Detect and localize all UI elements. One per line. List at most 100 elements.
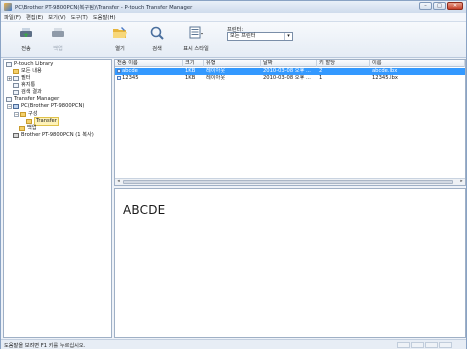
list-header: 전송 이름 크기 유형 날짜 키 할당 이름 (115, 60, 465, 67)
library-icon (6, 62, 12, 67)
search-icon (150, 26, 164, 40)
cell-size: 1KB (185, 68, 196, 74)
tree-label: PC(Brother PT-9800PCN) (21, 103, 85, 109)
folder-open-icon (113, 27, 127, 38)
transfer-label: 전송 (21, 46, 31, 52)
label-preview: ABCDE (114, 188, 466, 338)
menu-edit[interactable]: 편집(E) (26, 13, 43, 21)
preview-text: ABCDE (123, 203, 166, 217)
status-panel (425, 342, 438, 348)
checkbox-icon[interactable] (117, 68, 121, 73)
tree-label: Brother PT-9800PCN (1 복사) (21, 132, 94, 138)
tree-item-transfer-manager[interactable]: Transfer Manager (6, 96, 59, 103)
expand-icon[interactable]: + (7, 76, 12, 81)
tree-label: 휴지통 (21, 82, 36, 88)
tree-item-search-results[interactable]: 검색 결과 (13, 89, 42, 96)
scrollbar-thumb[interactable] (123, 180, 453, 184)
menu-help[interactable]: 도움말(H) (93, 13, 116, 21)
backup-icon (52, 28, 64, 37)
display-style-label: 표시 스타일 (183, 46, 209, 52)
tree-label: Transfer Manager (14, 96, 60, 102)
cell-date: 2010-03-08 오후 ... (263, 75, 311, 81)
tree-label: P-touch Library (14, 61, 54, 67)
transfer-manager-icon (6, 97, 12, 102)
tree-item-all-contents[interactable]: 모든 내용 (13, 68, 42, 75)
checkbox-icon[interactable] (117, 75, 121, 80)
open-button[interactable]: 열기 (105, 25, 135, 55)
cell-name: abcde.lbx (372, 68, 398, 74)
close-button[interactable]: ✕ (447, 2, 463, 10)
status-bar: 도움말을 보려면 F1 키를 누르십시오. (1, 339, 466, 349)
tree-item-printer[interactable]: Brother PT-9800PCN (1 복사) (13, 132, 94, 139)
tree-item-pc[interactable]: − PC(Brother PT-9800PCN) (7, 103, 84, 110)
search-results-icon (13, 90, 19, 95)
folder-icon (13, 69, 19, 74)
window-title: PC\Brother PT-9800PCN(복구됨)\Transfer - P-… (15, 5, 193, 11)
status-text: 도움말을 보려면 F1 키를 누르십시오. (4, 343, 86, 349)
menu-file[interactable]: 파일(F) (4, 13, 21, 21)
trash-icon (13, 83, 19, 88)
printer-filter: 프린터: 모든 프린터 ▾ (227, 26, 293, 41)
status-panel (439, 342, 452, 348)
printer-icon (13, 133, 19, 138)
printer-select-value: 모든 프린터 (230, 33, 256, 39)
title-bar[interactable]: PC\Brother PT-9800PCN(복구됨)\Transfer - P-… (1, 1, 466, 13)
minimize-button[interactable]: – (419, 2, 432, 10)
table-row[interactable]: abcde 1KB 레이아웃 2010-03-08 오후 ... 2 abcde… (115, 68, 465, 75)
horizontal-scrollbar[interactable]: ◂ ▸ (115, 178, 465, 185)
tree-label: Transfer (34, 117, 59, 126)
tree-label: 필터 (21, 75, 31, 81)
column-key-assign[interactable]: 키 할당 (317, 60, 370, 67)
collapse-icon[interactable]: − (7, 104, 12, 109)
cell-key: 1 (319, 75, 323, 81)
chevron-down-icon[interactable]: ▾ (284, 33, 292, 40)
computer-icon (13, 104, 19, 109)
maximize-button[interactable]: □ (433, 2, 446, 10)
display-style-button[interactable]: 표시 스타일 (181, 25, 211, 55)
menu-bar: 파일(F) 편집(E) 보기(V) 도구(T) 도움말(H) (1, 13, 466, 22)
menu-view[interactable]: 보기(V) (48, 13, 66, 21)
scroll-right-icon[interactable]: ▸ (458, 179, 465, 185)
cell-size: 1KB (185, 75, 196, 81)
tree-item-ptouch-library[interactable]: P-touch Library (6, 61, 53, 68)
table-row[interactable]: 12345 1KB 레이아웃 2010-03-08 오후 ... 1 12345… (115, 75, 465, 82)
column-date[interactable]: 날짜 (261, 60, 317, 67)
transfer-icon (20, 28, 32, 37)
column-transfer-name[interactable]: 전송 이름 (115, 60, 183, 67)
printer-select[interactable]: 모든 프린터 ▾ (227, 32, 293, 41)
cell-name: 12345.lbx (372, 75, 398, 81)
status-panel (411, 342, 424, 348)
status-panel (397, 342, 410, 348)
column-size[interactable]: 크기 (183, 60, 204, 67)
cell-text: 12345 (122, 75, 139, 81)
cell-type: 레이아웃 (206, 75, 226, 81)
tree-item-trash[interactable]: 휴지통 (13, 82, 35, 89)
app-window: PC\Brother PT-9800PCN(복구됨)\Transfer - P-… (0, 0, 467, 349)
search-button[interactable]: 검색 (142, 25, 172, 55)
display-style-icon (189, 26, 203, 39)
search-label: 검색 (152, 46, 162, 52)
tree-label: 모든 내용 (21, 68, 42, 74)
open-label: 열기 (115, 46, 125, 52)
filter-icon (13, 76, 19, 81)
tree-item-filter[interactable]: + 필터 (7, 75, 31, 82)
tree-label: 백업 (27, 125, 37, 131)
cell-key: 2 (319, 68, 323, 74)
tree-item-transfer[interactable]: Transfer (26, 117, 59, 126)
app-icon (4, 3, 12, 11)
window-controls: – □ ✕ (419, 2, 463, 10)
cell-text: abcde (122, 68, 138, 74)
folder-icon (19, 126, 25, 131)
tree-item-backup[interactable]: 백업 (19, 125, 37, 132)
folder-tree: P-touch Library 모든 내용 + 필터 휴지통 검색 결과 Tra… (3, 59, 112, 338)
transfer-button[interactable]: 전송 (11, 25, 41, 55)
scroll-left-icon[interactable]: ◂ (115, 179, 122, 185)
backup-button[interactable]: 백업 (43, 25, 73, 55)
column-type[interactable]: 유형 (204, 60, 261, 67)
collapse-icon[interactable]: − (14, 112, 19, 117)
folder-icon (26, 119, 32, 124)
column-name[interactable]: 이름 (370, 60, 465, 67)
transfer-list: 전송 이름 크기 유형 날짜 키 할당 이름 abcde 1KB 레이아웃 20… (114, 59, 466, 186)
menu-tools[interactable]: 도구(T) (71, 13, 88, 21)
cell-type: 레이아웃 (206, 68, 226, 74)
